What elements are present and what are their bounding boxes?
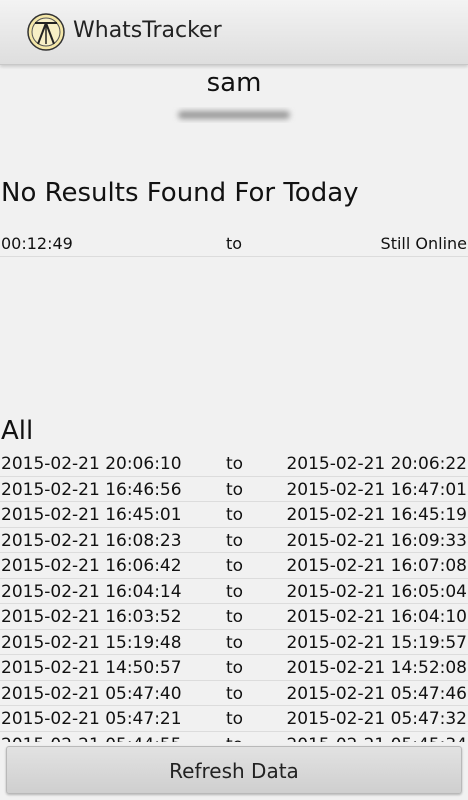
session-start: 2015-02-21 05:47:21 xyxy=(1,709,182,729)
session-start: 2015-02-21 16:46:56 xyxy=(1,479,182,500)
session-end: 2015-02-21 16:45:19 xyxy=(286,505,467,525)
list-item: 2015-02-21 16:04:14 to 2015-02-21 16:05:… xyxy=(0,579,468,604)
redacted-phone-number xyxy=(178,111,290,119)
session-separator: to xyxy=(226,530,244,551)
session-separator: to xyxy=(226,581,244,602)
list-item: 2015-02-21 05:47:40 to 2015-02-21 05:47:… xyxy=(0,681,468,706)
session-end: 2015-02-21 05:47:32 xyxy=(286,709,467,729)
session-separator: to xyxy=(226,709,244,729)
today-session-separator: to xyxy=(226,234,243,253)
session-end: 2015-02-21 16:47:01 xyxy=(286,479,467,500)
session-start: 2015-02-21 05:47:40 xyxy=(1,683,182,704)
session-end: 2015-02-21 16:04:10 xyxy=(286,607,467,627)
all-sessions-list[interactable]: 2015-02-21 20:06:10 to 2015-02-21 20:06:… xyxy=(0,451,468,744)
session-start: 2015-02-21 16:45:01 xyxy=(1,505,182,525)
session-separator: to xyxy=(226,505,244,525)
list-item: 2015-02-21 16:46:56 to 2015-02-21 16:47:… xyxy=(0,477,468,502)
all-heading: All xyxy=(1,416,34,446)
today-heading: No Results Found For Today xyxy=(1,178,359,208)
refresh-data-button[interactable]: Refresh Data xyxy=(6,746,462,794)
session-start: 2015-02-21 16:03:52 xyxy=(1,607,182,627)
whatstracker-logo-icon[interactable] xyxy=(27,13,65,51)
contact-name: sam xyxy=(206,68,262,98)
session-end: 2015-02-21 16:07:08 xyxy=(286,556,467,576)
list-item: 2015-02-21 16:03:52 to 2015-02-21 16:04:… xyxy=(0,604,468,630)
action-bar: WhatsTracker xyxy=(0,0,468,65)
session-separator: to xyxy=(226,632,244,653)
list-item: 2015-02-21 15:19:48 to 2015-02-21 15:19:… xyxy=(0,630,468,655)
session-separator: to xyxy=(226,479,244,500)
session-end: 2015-02-21 20:06:22 xyxy=(286,454,467,474)
session-start: 2015-02-21 16:08:23 xyxy=(1,530,182,551)
today-session-row: 00:12:49 to Still Online xyxy=(0,232,468,257)
today-session-start: 00:12:49 xyxy=(1,234,73,253)
today-session-end: Still Online xyxy=(380,234,467,253)
bottom-bar: Refresh Data xyxy=(0,742,468,800)
session-separator: to xyxy=(226,556,244,576)
session-start: 2015-02-21 16:04:14 xyxy=(1,581,182,602)
session-separator: to xyxy=(226,607,244,627)
session-end: 2015-02-21 15:19:57 xyxy=(286,632,467,653)
list-item: 2015-02-21 16:08:23 to 2015-02-21 16:09:… xyxy=(0,528,468,553)
session-start: 2015-02-21 20:06:10 xyxy=(1,454,182,474)
list-item: 2015-02-21 14:50:57 to 2015-02-21 14:52:… xyxy=(0,655,468,681)
session-separator: to xyxy=(226,658,244,678)
session-start: 2015-02-21 15:19:48 xyxy=(1,632,182,653)
list-item: 2015-02-21 20:06:10 to 2015-02-21 20:06:… xyxy=(0,451,468,477)
session-end: 2015-02-21 05:47:46 xyxy=(286,683,467,704)
app-title: WhatsTracker xyxy=(73,18,222,43)
session-end: 2015-02-21 16:05:04 xyxy=(286,581,467,602)
list-item: 2015-02-21 05:47:21 to 2015-02-21 05:47:… xyxy=(0,706,468,732)
session-separator: to xyxy=(226,683,244,704)
session-separator: to xyxy=(226,454,244,474)
session-start: 2015-02-21 16:06:42 xyxy=(1,556,182,576)
session-end: 2015-02-21 16:09:33 xyxy=(286,530,467,551)
list-item: 2015-02-21 16:06:42 to 2015-02-21 16:07:… xyxy=(0,553,468,579)
list-item: 2015-02-21 16:45:01 to 2015-02-21 16:45:… xyxy=(0,502,468,528)
session-end: 2015-02-21 14:52:08 xyxy=(286,658,467,678)
session-start: 2015-02-21 14:50:57 xyxy=(1,658,182,678)
